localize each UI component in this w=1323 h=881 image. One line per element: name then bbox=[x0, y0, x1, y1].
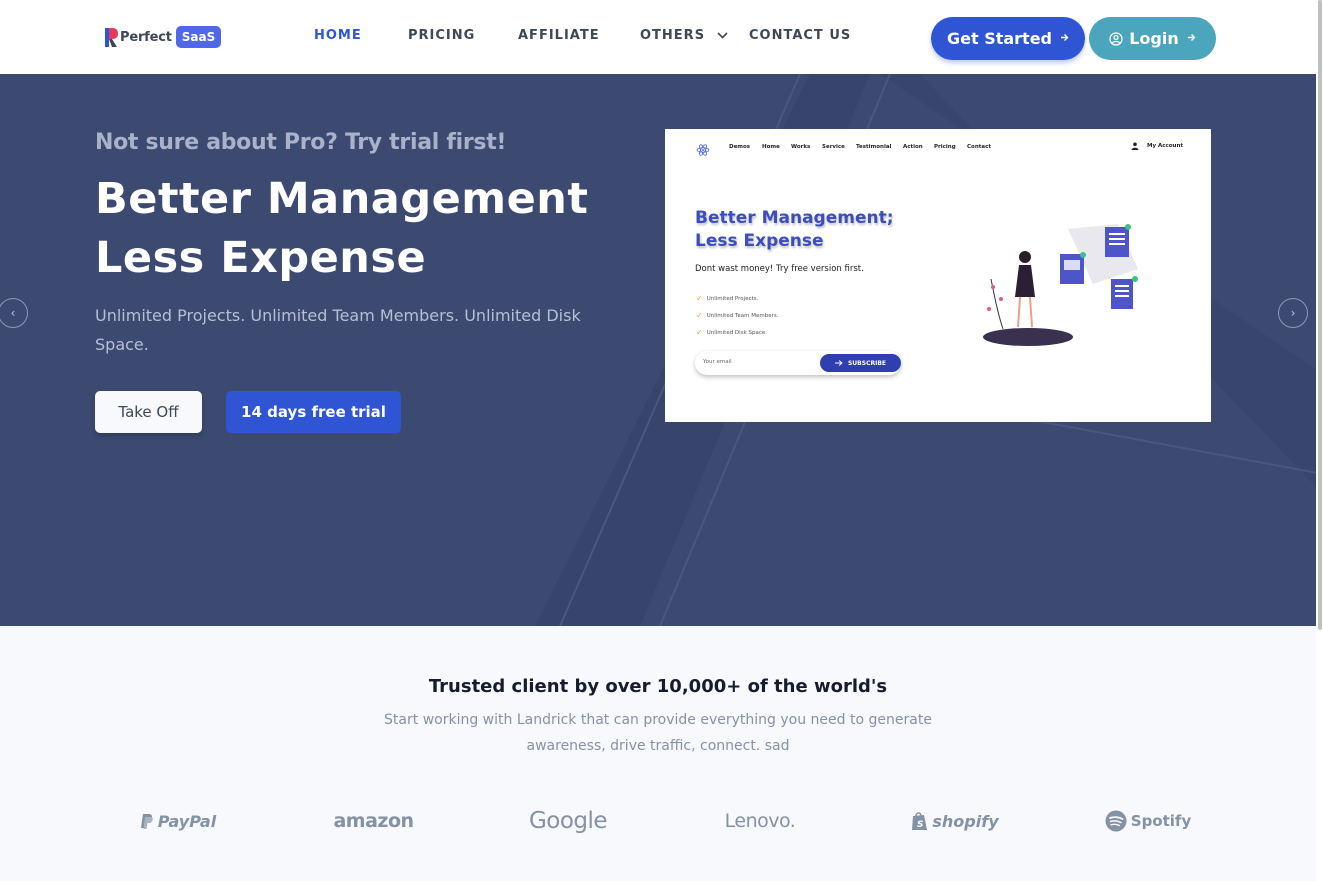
preview-feature: ✓ Unlimited Team Members. bbox=[696, 311, 778, 320]
login-label: Login bbox=[1129, 29, 1179, 48]
preview-nav-link: Service bbox=[822, 144, 845, 150]
brand-label: Google bbox=[528, 808, 608, 834]
preview-feature-label: Unlimited Team Members. bbox=[706, 312, 779, 319]
nav-item-affiliate[interactable]: AFFILIATE bbox=[518, 28, 600, 43]
hero-title-line2: Less Expense bbox=[95, 233, 427, 283]
preview-nav-link: Contact bbox=[967, 144, 991, 150]
product-preview-image: Demos Home Works Service Testimonial Act… bbox=[665, 129, 1211, 422]
hero-section: ‹ › Not sure about Pro? Try trial first!… bbox=[0, 74, 1323, 626]
chevron-left-icon: ‹ bbox=[10, 306, 16, 320]
brand-label: amazon bbox=[333, 810, 414, 832]
paypal-icon bbox=[140, 813, 154, 830]
preview-nav-link: Works bbox=[791, 144, 811, 150]
scrollbar-thumb[interactable] bbox=[1318, 0, 1322, 630]
hero-title-line1: Better Management bbox=[95, 174, 589, 224]
shopify-bag-icon: S bbox=[911, 811, 928, 831]
preview-email-input: Your email bbox=[703, 359, 732, 365]
spotify-icon bbox=[1105, 810, 1127, 832]
preview-title-line1: Better Management; bbox=[695, 208, 894, 228]
preview-title: Better Management; Less Expense bbox=[695, 207, 955, 253]
get-started-label: Get Started bbox=[946, 29, 1052, 48]
nav-item-others-label: OTHERS bbox=[640, 28, 706, 43]
arrow-right-icon bbox=[1187, 32, 1196, 45]
brand-label: Spotify bbox=[1130, 812, 1192, 830]
illustration-woman-documents bbox=[983, 224, 1138, 346]
brand-label: Lenovo. bbox=[724, 810, 796, 832]
check-icon: ✓ bbox=[696, 328, 703, 337]
preview-feature-label: Unlimited Disk Space. bbox=[706, 329, 768, 336]
navbar: Perfect SaaS HOME PRICING AFFILIATE OTHE… bbox=[0, 0, 1323, 74]
preview-navbar: Demos Home Works Service Testimonial Act… bbox=[665, 141, 1211, 156]
brand-logo-shopify: S shopify bbox=[912, 806, 999, 836]
check-icon: ✓ bbox=[696, 311, 703, 320]
preview-subtitle: Dont wast money! Try free version first. bbox=[695, 264, 864, 274]
preview-feature: ✓ Unlimited Disk Space. bbox=[696, 328, 767, 337]
preview-nav-link: Action bbox=[903, 144, 923, 150]
get-started-button[interactable]: Get Started bbox=[931, 17, 1085, 60]
preview-feature: ✓ Unlimited Projects. bbox=[696, 294, 758, 303]
preview-subscribe-form: Your email SUBSCRIBE bbox=[695, 351, 901, 375]
clients-description: Start working with Landrick that can pro… bbox=[384, 712, 932, 754]
clients-title: Trusted client by over 10,000+ of the wo… bbox=[428, 676, 888, 697]
carousel-next-button[interactable]: › bbox=[1278, 298, 1308, 328]
nav-item-home[interactable]: HOME bbox=[314, 28, 362, 43]
brand-logo-amazon: amazon bbox=[333, 806, 414, 836]
send-icon bbox=[834, 360, 843, 366]
arrow-right-icon bbox=[1060, 32, 1069, 45]
hero-title: Better Management Less Expense bbox=[95, 170, 615, 288]
hero-description: Unlimited Projects. Unlimited Team Membe… bbox=[95, 306, 581, 354]
preview-subscribe-label: SUBSCRIBE bbox=[847, 359, 886, 367]
brand-logo-google: Google bbox=[528, 806, 608, 836]
hero-subtitle: Not sure about Pro? Try trial first! bbox=[95, 130, 507, 155]
brand-logo-spotify: Spotify bbox=[1105, 806, 1191, 836]
logo-mark-icon bbox=[103, 26, 119, 48]
login-button[interactable]: Login bbox=[1089, 17, 1216, 60]
nav-item-pricing[interactable]: PRICING bbox=[408, 28, 475, 43]
check-icon: ✓ bbox=[696, 294, 703, 303]
chevron-right-icon: › bbox=[1290, 306, 1296, 320]
preview-nav-link: Pricing bbox=[934, 144, 956, 150]
nav-item-contact[interactable]: CONTACT US bbox=[749, 28, 851, 43]
brand-label: shopify bbox=[932, 811, 999, 831]
preview-nav-link: Demos bbox=[729, 144, 751, 150]
brand-logo-lenovo: Lenovo. bbox=[720, 806, 800, 836]
preview-title-line2: Less Expense bbox=[695, 231, 824, 251]
take-off-button[interactable]: Take Off bbox=[95, 391, 202, 433]
brand-label: PayPal bbox=[157, 811, 217, 831]
user-circle-icon bbox=[1109, 31, 1123, 46]
logo-badge: SaaS bbox=[175, 26, 222, 48]
free-trial-button[interactable]: 14 days free trial bbox=[226, 391, 401, 433]
logo[interactable]: Perfect SaaS bbox=[103, 24, 222, 50]
preview-subscribe-button: SUBSCRIBE bbox=[820, 354, 901, 372]
logo-text: Perfect bbox=[120, 29, 172, 45]
svg-text:S: S bbox=[917, 820, 923, 830]
chevron-down-icon bbox=[717, 28, 728, 43]
preview-feature-label: Unlimited Projects. bbox=[706, 295, 759, 302]
preview-account: My Account bbox=[1131, 142, 1183, 150]
react-logo-icon bbox=[696, 141, 710, 160]
nav-item-others[interactable]: OTHERS bbox=[640, 28, 728, 43]
preview-account-label: My Account bbox=[1147, 143, 1183, 149]
preview-nav-link: Home bbox=[762, 144, 780, 150]
user-icon bbox=[1131, 142, 1139, 150]
brand-logo-paypal: PayPal bbox=[138, 806, 218, 836]
preview-nav-link: Testimonial bbox=[856, 144, 892, 150]
